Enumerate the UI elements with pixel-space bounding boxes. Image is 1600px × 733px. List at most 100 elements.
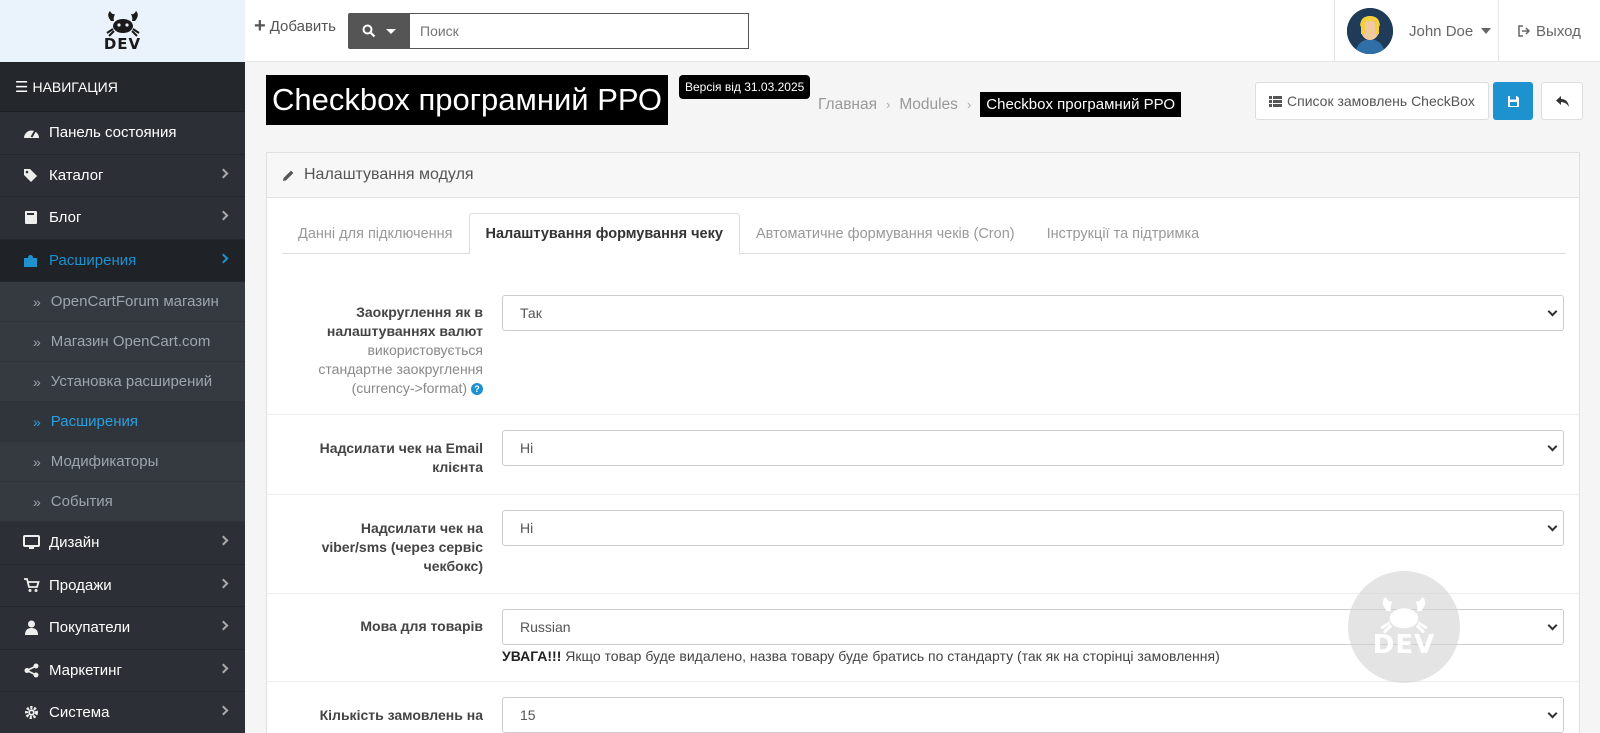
- sidebar-item-label: Продажи: [49, 576, 112, 594]
- search-input[interactable]: [410, 13, 749, 49]
- sidebar-item-label: Панель состояния: [49, 124, 177, 142]
- chevron-down-icon: [1547, 620, 1558, 631]
- sidebar-item-catalog[interactable]: Каталог: [0, 155, 245, 197]
- dashboard-icon: [20, 126, 42, 140]
- rounding-value: Так: [520, 305, 542, 321]
- chevron-right-icon: [218, 663, 229, 673]
- reply-icon: [1555, 95, 1569, 107]
- sidebar-item-label: Дизайн: [49, 534, 100, 552]
- sidebar-item-customers[interactable]: Покупатели: [0, 607, 245, 650]
- form-row-orders-count: Кількість замовлень на 15: [267, 682, 1579, 733]
- tab-connection[interactable]: Данні для підключення: [282, 213, 469, 254]
- search-type-button[interactable]: [348, 13, 410, 49]
- add-button[interactable]: + Добавить: [254, 16, 336, 36]
- sidebar-subitem-extensions[interactable]: » Расширения: [0, 402, 245, 442]
- dev-watermark: DEV: [1348, 571, 1460, 683]
- chevron-down-icon: [386, 28, 396, 34]
- top-header: DEV + Добавить John Doe: [0, 0, 1600, 62]
- subitem-label: Установка расширений: [50, 373, 213, 390]
- pencil-icon: [283, 170, 294, 181]
- breadcrumb-home[interactable]: Главная: [818, 96, 877, 114]
- sidebar-subitem-installer[interactable]: » Установка расширений: [0, 362, 245, 402]
- sidebar-item-system[interactable]: Система: [0, 692, 245, 733]
- version-badge: Версія від 31.03.2025: [679, 75, 811, 99]
- tags-icon: [20, 168, 42, 183]
- settings-tabs: Данні для підключення Налаштування форму…: [282, 213, 1566, 255]
- sidebar: ☰ НАВИГАЦИЯ Панель состояния Каталог Бло…: [0, 62, 245, 733]
- logo-text: DEV: [103, 35, 142, 53]
- share-icon: [20, 663, 42, 678]
- tab-cron[interactable]: Автоматичне формування чеків (Cron): [740, 213, 1031, 254]
- chevron-right-icon: [218, 253, 229, 263]
- chevron-down-icon: [1547, 441, 1558, 452]
- sidebar-item-label: Каталог: [49, 166, 104, 184]
- email-label: Надсилати чек на Email клієнта: [319, 440, 483, 475]
- logout-button[interactable]: Выход: [1498, 0, 1600, 62]
- sidebar-subitem-ocstore[interactable]: » Магазин OpenCart.com: [0, 322, 245, 362]
- tab-support[interactable]: Інструкції та підтримка: [1031, 213, 1216, 254]
- add-button-label: Добавить: [269, 17, 336, 35]
- sidebar-item-blog[interactable]: Блог: [0, 197, 245, 240]
- sidebar-subitem-ocforum[interactable]: » OpenCartForum магазин: [0, 282, 245, 322]
- language-value: Russian: [520, 619, 571, 635]
- panel-heading: Налаштування модуля: [267, 153, 1579, 198]
- save-button[interactable]: [1493, 82, 1533, 120]
- sidebar-item-marketing[interactable]: Маркетинг: [0, 650, 245, 692]
- warning-bold: УВАГА!!!: [502, 648, 562, 664]
- chevron-right-icon: [218, 705, 229, 716]
- sidebar-item-dashboard[interactable]: Панель состояния: [0, 112, 245, 155]
- subitem-label: События: [50, 493, 113, 510]
- tab-receipt-settings[interactable]: Налаштування формування чеку: [468, 213, 740, 255]
- monitor-icon: [20, 535, 42, 550]
- form-row-rounding: Заокруглення як в налаштуваннях валют ви…: [267, 281, 1579, 415]
- user-menu[interactable]: John Doe: [1334, 0, 1498, 62]
- sidebar-subitem-modifications[interactable]: » Модификаторы: [0, 442, 245, 482]
- chevron-right-icon: [218, 578, 229, 588]
- sidebar-item-sales[interactable]: Продажи: [0, 565, 245, 607]
- rounding-help: використовується стандартне заокруглення…: [318, 342, 483, 396]
- sidebar-item-label: Блог: [49, 209, 82, 227]
- breadcrumb-current[interactable]: Checkbox програмний РРО: [980, 92, 1181, 117]
- double-chevron-icon: »: [33, 293, 41, 310]
- sidebar-subitem-events[interactable]: » События: [0, 482, 245, 522]
- panel-heading-label: Налаштування модуля: [304, 166, 474, 183]
- nav-title-label: НАВИГАЦИЯ: [32, 78, 118, 95]
- chevron-right-icon: [218, 535, 229, 546]
- chevron-down-icon: [1547, 521, 1558, 532]
- chevron-right-icon: [218, 210, 229, 221]
- sidebar-item-extensions[interactable]: Расширения: [0, 239, 245, 282]
- subitem-label: Магазин OpenCart.com: [50, 333, 211, 350]
- breadcrumb-modules[interactable]: Modules: [899, 96, 958, 114]
- subitem-label: Модификаторы: [50, 453, 159, 470]
- email-select[interactable]: Ні: [502, 430, 1564, 466]
- rounding-select[interactable]: Так: [502, 295, 1564, 331]
- logo-area[interactable]: DEV: [0, 0, 245, 62]
- book-icon: [20, 210, 42, 225]
- question-icon[interactable]: ?: [471, 383, 483, 396]
- back-button[interactable]: [1541, 82, 1583, 120]
- rounding-label: Заокруглення як в налаштуваннях валют ви…: [293, 303, 483, 398]
- caret-down-icon: [1481, 28, 1492, 34]
- double-chevron-icon: »: [33, 493, 41, 510]
- bars-icon: ☰: [15, 78, 29, 96]
- orders-list-button[interactable]: Список замовлень CheckBox: [1255, 82, 1489, 120]
- search-icon: [362, 24, 376, 38]
- sidebar-item-label: Маркетинг: [49, 661, 122, 679]
- double-chevron-icon: »: [33, 373, 41, 390]
- rounding-help-text: використовується стандартне заокруглення…: [293, 341, 483, 398]
- chevron-right-icon: [218, 620, 229, 631]
- sidebar-item-design[interactable]: Дизайн: [0, 522, 245, 565]
- email-value: Ні: [520, 440, 534, 456]
- double-chevron-icon: »: [33, 333, 41, 350]
- chevron-down-icon: [1547, 306, 1558, 317]
- page-title: Checkbox програмний РРО: [266, 75, 668, 125]
- crab-icon: [105, 11, 140, 37]
- nav-title: ☰ НАВИГАЦИЯ: [0, 62, 245, 112]
- orders-list-label: Список замовлень CheckBox: [1287, 93, 1475, 109]
- puzzle-icon: [20, 253, 42, 268]
- user-name: John Doe: [1409, 22, 1474, 40]
- subitem-label: OpenCartForum магазин: [50, 293, 219, 310]
- breadcrumb-separator-icon: ›: [886, 97, 891, 112]
- viber-select[interactable]: Ні: [502, 510, 1564, 546]
- orders-count-select[interactable]: 15: [502, 697, 1564, 733]
